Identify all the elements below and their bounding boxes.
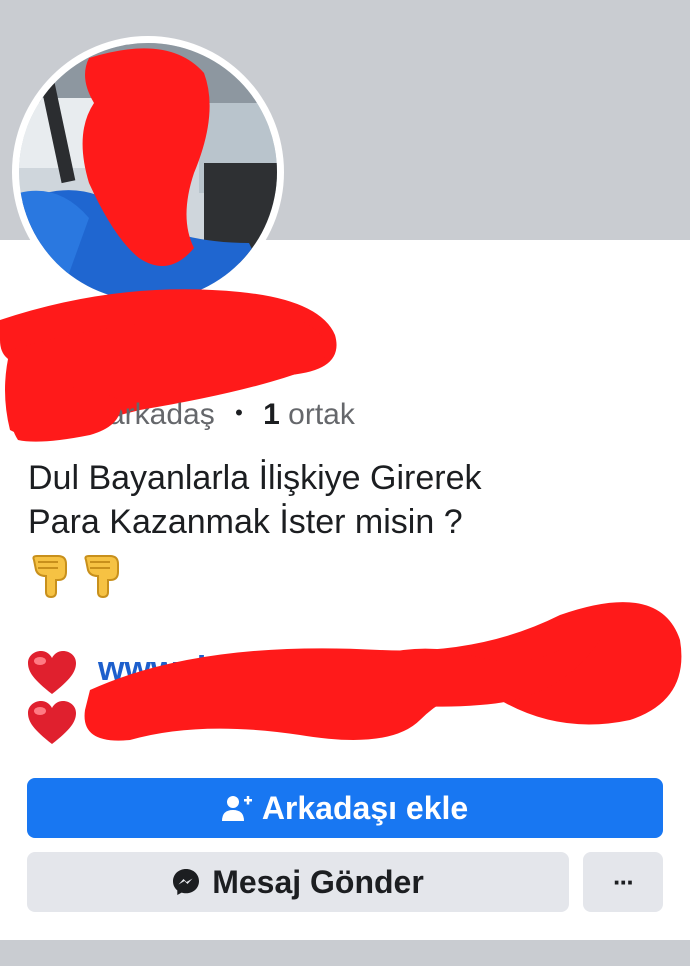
pointing-down-icon bbox=[32, 555, 67, 598]
more-options-button[interactable]: ··· bbox=[583, 852, 663, 912]
link-row-2 bbox=[26, 700, 78, 746]
bio-line-1: Dul Bayanlarla İlişkiye Girerek bbox=[28, 459, 482, 497]
bio-emoji-row bbox=[28, 552, 126, 598]
more-dots-icon: ··· bbox=[613, 867, 635, 897]
mutual-count: 1 bbox=[263, 398, 280, 431]
add-friend-icon bbox=[221, 796, 252, 821]
send-message-button[interactable]: Mesaj Gönder bbox=[27, 852, 569, 912]
red-heart-icon bbox=[28, 651, 76, 694]
send-message-label: Mesaj Gönder bbox=[212, 863, 424, 900]
messenger-icon bbox=[173, 869, 200, 895]
separator-dot: • bbox=[235, 400, 243, 425]
section-divider bbox=[0, 940, 690, 966]
add-friend-label: Arkadaşı ekle bbox=[261, 789, 469, 826]
avatar[interactable] bbox=[19, 43, 277, 301]
red-heart-icon bbox=[28, 701, 76, 744]
friends-count-redaction bbox=[10, 386, 121, 442]
link-row-1 bbox=[26, 650, 78, 696]
pointing-down-icon bbox=[84, 555, 119, 598]
add-friend-button[interactable]: Arkadaşı ekle bbox=[27, 778, 663, 838]
bio-link[interactable]: www.du bbox=[98, 650, 227, 689]
mutual-label: ortak bbox=[288, 398, 355, 431]
profile-bio: Dul Bayanlarla İlişkiye Girerek Para Kaz… bbox=[28, 456, 668, 544]
bio-line-2: Para Kazanmak İster misin ? bbox=[28, 503, 463, 541]
